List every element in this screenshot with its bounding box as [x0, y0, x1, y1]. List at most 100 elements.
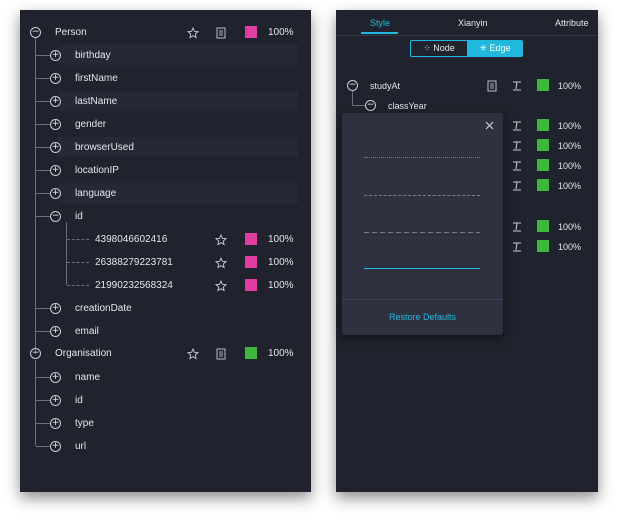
id-value-3[interactable]: 21990232568324: [95, 280, 173, 292]
expand-browserused-button[interactable]: +: [50, 142, 61, 153]
property-classyear[interactable]: classYear: [388, 100, 427, 112]
node-toggle-label: Node: [433, 43, 455, 53]
id-value-2[interactable]: 26388279223781: [95, 257, 173, 269]
star-icon[interactable]: [215, 257, 227, 269]
edge-toggle-label: Edge: [489, 43, 511, 53]
property-creationdate[interactable]: creationDate: [75, 303, 132, 315]
percent-organisation: 100%: [268, 348, 294, 359]
tab-attribute[interactable]: Attribute: [555, 18, 589, 28]
restore-defaults-button[interactable]: Restore Defaults: [342, 312, 503, 322]
expand-gender-button[interactable]: +: [50, 119, 61, 130]
line-style-solid-selected[interactable]: [364, 268, 480, 269]
text-style-icon[interactable]: [511, 120, 523, 132]
document-icon[interactable]: [215, 27, 227, 39]
property-browserused[interactable]: browserUsed: [75, 142, 134, 154]
star-icon[interactable]: [187, 348, 199, 360]
expand-email-button[interactable]: +: [50, 326, 61, 337]
percent-row-1: 100%: [558, 121, 582, 131]
expand-lastname-button[interactable]: +: [50, 96, 61, 107]
node-edge-toggle: ⁘ Node ✳ Edge: [410, 40, 523, 57]
line-style-dashed-short[interactable]: [364, 195, 480, 196]
property-type[interactable]: type: [75, 418, 94, 430]
expand-locationip-button[interactable]: +: [50, 165, 61, 176]
id-value-1[interactable]: 4398046602416: [95, 234, 167, 246]
tree-connector: [35, 38, 36, 354]
tree-connector: [67, 285, 89, 286]
collapse-classyear-button[interactable]: −: [365, 100, 376, 111]
color-swatch-row-4[interactable]: [537, 179, 549, 191]
percent-person: 100%: [268, 27, 294, 38]
expand-org-id-button[interactable]: +: [50, 395, 61, 406]
text-style-icon[interactable]: [511, 221, 523, 233]
expand-birthday-button[interactable]: +: [50, 50, 61, 61]
line-style-dashed-long[interactable]: [364, 232, 480, 233]
document-icon[interactable]: [486, 80, 498, 92]
percent-id-2: 100%: [268, 257, 294, 268]
property-email[interactable]: email: [75, 326, 99, 338]
collapse-id-button[interactable]: −: [50, 211, 61, 222]
property-url[interactable]: url: [75, 441, 86, 453]
property-firstname[interactable]: firstName: [75, 73, 118, 85]
color-swatch-organisation[interactable]: [245, 347, 257, 359]
property-lastname[interactable]: lastName: [75, 96, 117, 108]
color-swatch-row-6[interactable]: [537, 240, 549, 252]
line-style-dotted[interactable]: [364, 157, 480, 158]
color-swatch-studyat[interactable]: [537, 79, 549, 91]
line-style-popover: [342, 113, 503, 335]
color-swatch-id-1[interactable]: [245, 233, 257, 245]
tree-connector: [36, 147, 50, 148]
color-swatch-id-3[interactable]: [245, 279, 257, 291]
color-swatch-row-2[interactable]: [537, 139, 549, 151]
close-icon[interactable]: [484, 118, 495, 130]
expand-type-button[interactable]: +: [50, 418, 61, 429]
color-swatch-row-5[interactable]: [537, 220, 549, 232]
color-swatch-row-1[interactable]: [537, 119, 549, 131]
edge-toggle-button[interactable]: ✳ Edge: [467, 41, 522, 56]
expand-name-button[interactable]: +: [50, 372, 61, 383]
property-name[interactable]: name: [75, 372, 100, 384]
collapse-studyat-button[interactable]: −: [347, 80, 358, 91]
text-style-icon[interactable]: [511, 160, 523, 172]
tree-connector: [36, 55, 50, 56]
tree-connector: [67, 262, 89, 263]
node-toggle-button[interactable]: ⁘ Node: [411, 41, 467, 56]
tree-connector: [36, 193, 50, 194]
percent-row-2: 100%: [558, 141, 582, 151]
text-style-icon[interactable]: [511, 241, 523, 253]
expand-firstname-button[interactable]: +: [50, 73, 61, 84]
star-icon[interactable]: [215, 280, 227, 292]
star-icon[interactable]: [187, 27, 199, 39]
text-style-icon[interactable]: [511, 180, 523, 192]
tab-style[interactable]: Style: [370, 18, 390, 28]
tree-connector: [352, 105, 365, 106]
tree-connector: [36, 101, 50, 102]
percent-studyat: 100%: [558, 81, 582, 91]
color-swatch-row-3[interactable]: [537, 159, 549, 171]
edge-label-studyat[interactable]: studyAt: [370, 80, 400, 92]
tree-connector: [36, 400, 50, 401]
node-label-person[interactable]: Person: [55, 27, 87, 39]
property-org-id[interactable]: id: [75, 395, 83, 407]
expand-creationdate-button[interactable]: +: [50, 303, 61, 314]
expand-url-button[interactable]: +: [50, 441, 61, 452]
property-id[interactable]: id: [75, 211, 83, 223]
color-swatch-person[interactable]: [245, 26, 257, 38]
collapse-organisation-button[interactable]: −: [30, 348, 41, 359]
property-language[interactable]: language: [75, 188, 116, 200]
node-label-organisation[interactable]: Organisation: [55, 348, 112, 360]
document-icon[interactable]: [215, 348, 227, 360]
node-icon: ⁘: [423, 43, 431, 53]
property-birthday[interactable]: birthday: [75, 50, 111, 62]
property-locationip[interactable]: locationIP: [75, 165, 119, 177]
tree-connector: [36, 78, 50, 79]
tab-xianyin[interactable]: Xianyin: [458, 18, 488, 28]
tree-connector: [36, 308, 50, 309]
star-icon[interactable]: [215, 234, 227, 246]
collapse-person-button[interactable]: −: [30, 27, 41, 38]
property-gender[interactable]: gender: [75, 119, 106, 131]
expand-language-button[interactable]: +: [50, 188, 61, 199]
color-swatch-id-2[interactable]: [245, 256, 257, 268]
text-style-icon[interactable]: [511, 140, 523, 152]
text-style-icon[interactable]: [511, 80, 523, 92]
percent-id-3: 100%: [268, 280, 294, 291]
